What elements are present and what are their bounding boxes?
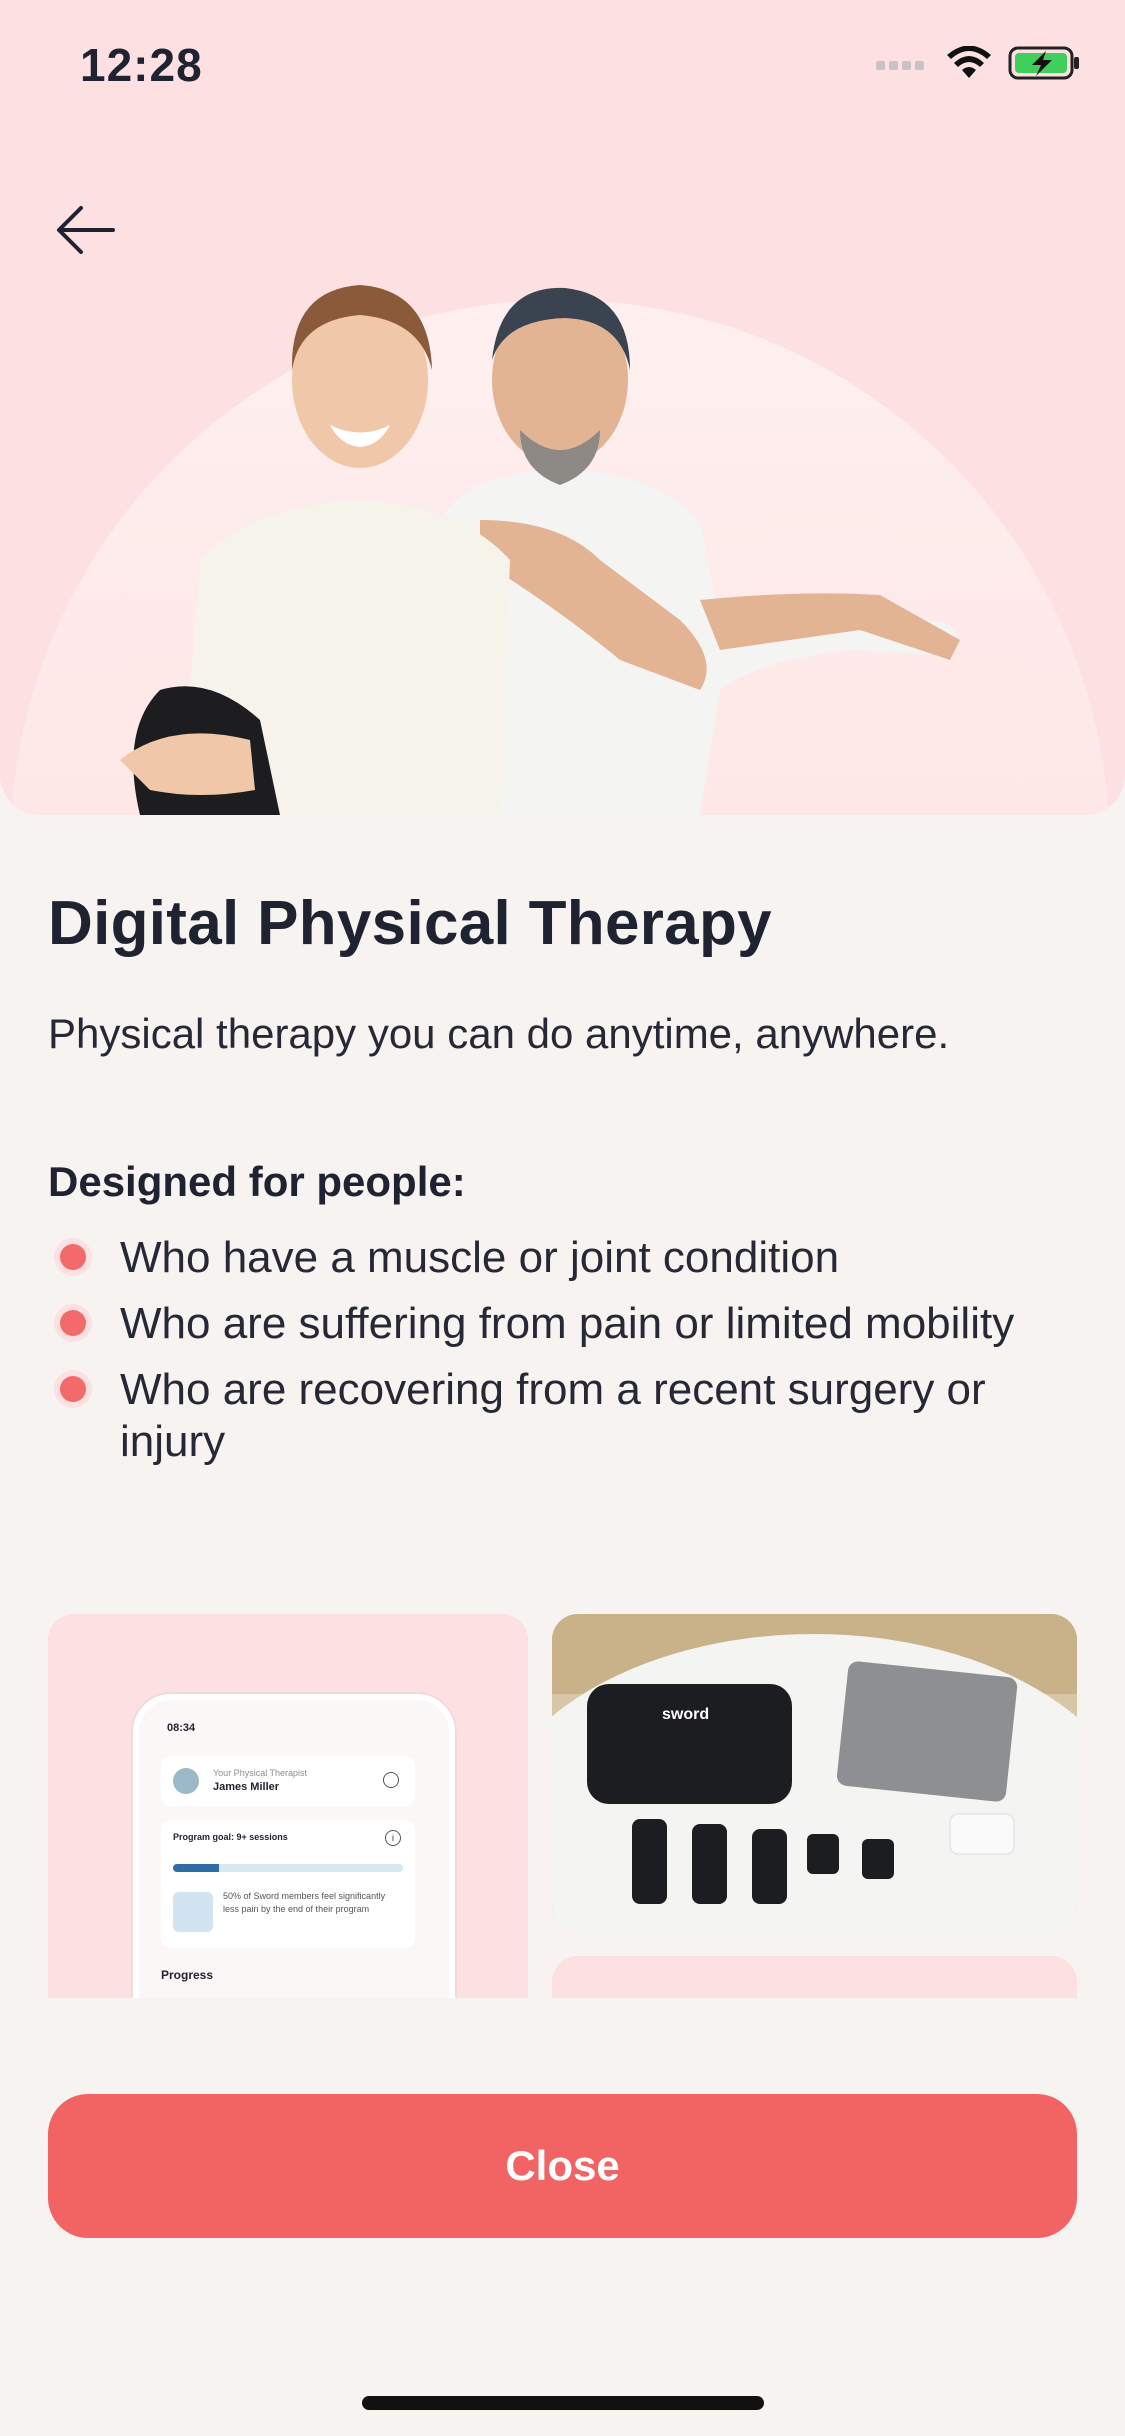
- additional-card-peek[interactable]: [552, 1956, 1077, 1998]
- kit-photo-card[interactable]: sword: [552, 1614, 1077, 1932]
- audience-list: Who have a muscle or joint condition Who…: [48, 1232, 1048, 1482]
- hero-banner: [0, 0, 1125, 815]
- bullet-dot-icon: [60, 1310, 86, 1336]
- therapist-role: Your Physical Therapist: [213, 1768, 308, 1778]
- page-subtitle: Physical therapy you can do anytime, any…: [48, 1010, 950, 1057]
- info-icon: i: [385, 1830, 401, 1846]
- woman-figure: [120, 285, 510, 815]
- progress-label: Progress: [161, 1968, 214, 1982]
- wifi-icon: [947, 46, 991, 78]
- page-title: Digital Physical Therapy: [48, 889, 772, 958]
- therapy-kit-photo: sword: [552, 1614, 1077, 1932]
- clipboard-icon: [173, 1892, 213, 1932]
- goal-progress-fill: [173, 1864, 219, 1872]
- program-goal-card: Program goal: 9+ sessions i 50% of Sword…: [161, 1820, 415, 1948]
- audience-list-item: Who are recovering from a recent surgery…: [48, 1364, 1048, 1468]
- home-indicator: [362, 2396, 764, 2410]
- close-button[interactable]: Close: [48, 2094, 1077, 2238]
- audience-list-item: Who are suffering from pain or limited m…: [48, 1298, 1048, 1350]
- audience-list-item: Who have a muscle or joint condition: [48, 1232, 1048, 1284]
- audience-heading: Designed for people:: [48, 1158, 466, 1205]
- svg-text:sword: sword: [662, 1706, 709, 1723]
- phone-time: 08:34: [167, 1722, 196, 1734]
- battery-charging-icon: [1008, 46, 1079, 80]
- bullet-dot-icon: [60, 1376, 86, 1402]
- hero-photo-two-people-stretching: [120, 285, 960, 815]
- status-bar-time: 12:28: [80, 39, 203, 91]
- goal-label: Program goal: 9+ sessions: [173, 1832, 288, 1842]
- cellular-signal-icon: [876, 61, 924, 70]
- app-preview-card[interactable]: 08:34 Your Physical Therapist James Mill…: [48, 1614, 528, 1998]
- therapist-name: James Miller: [213, 1781, 280, 1793]
- status-bar-icons: [874, 45, 1080, 81]
- arrow-left-icon: [57, 206, 115, 254]
- chat-icon: [383, 1772, 399, 1788]
- man-figure: [430, 287, 960, 815]
- goal-progress-bar: [173, 1864, 403, 1872]
- back-button[interactable]: [40, 190, 130, 270]
- phone-mockup: 08:34 Your Physical Therapist James Mill…: [133, 1694, 455, 1998]
- goal-note: 50% of Sword members feel significantly …: [223, 1891, 386, 1914]
- avatar: [173, 1768, 199, 1794]
- therapist-card: Your Physical Therapist James Miller: [161, 1756, 415, 1806]
- bullet-dot-icon: [60, 1244, 86, 1270]
